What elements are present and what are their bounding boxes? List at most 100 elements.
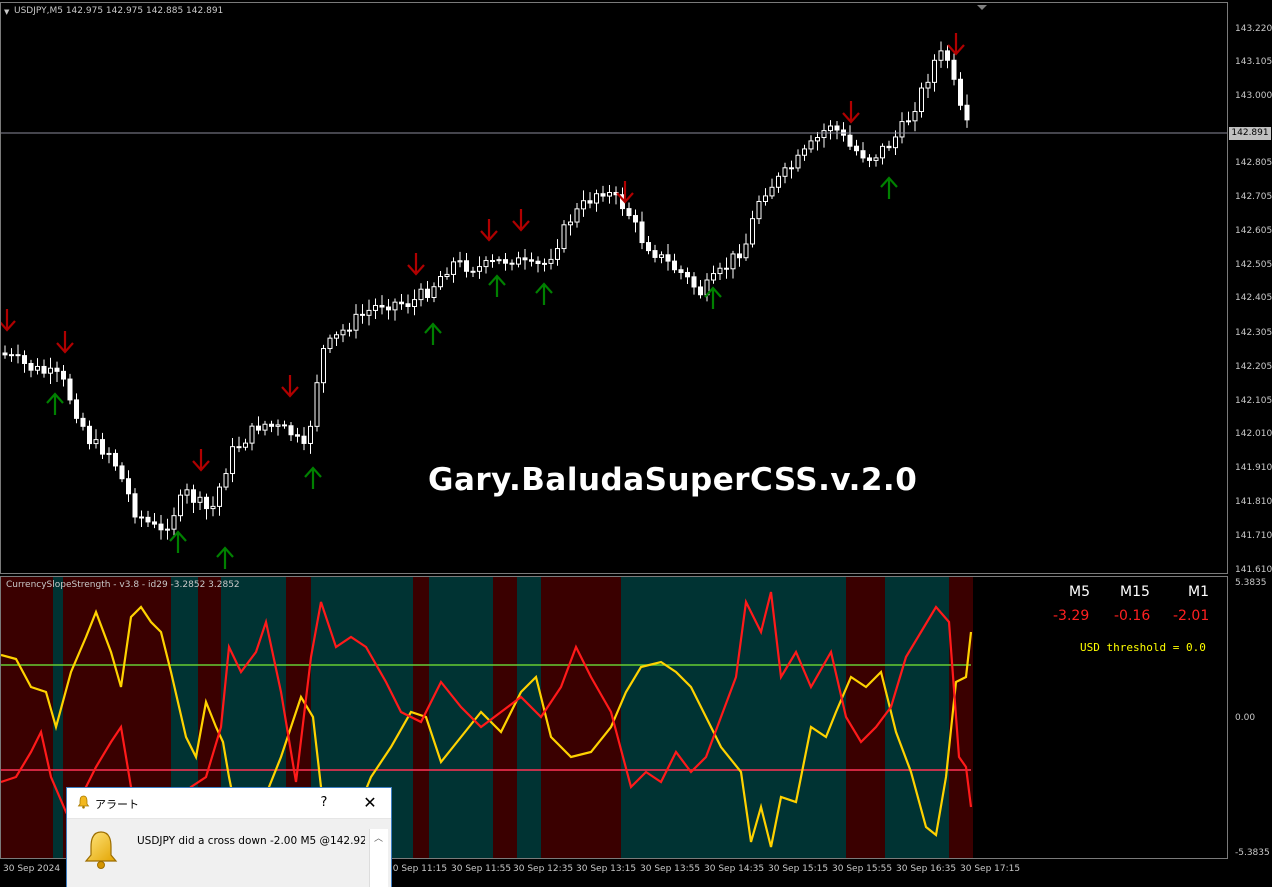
candle: [119, 462, 125, 483]
chart-menu-triangle-icon[interactable]: ▼: [4, 8, 9, 16]
candle: [464, 252, 469, 278]
tf-value-m15: -0.16: [1114, 608, 1151, 624]
candle: [945, 45, 950, 69]
candle: [87, 420, 92, 450]
tf-label-m15: M15: [1120, 584, 1150, 600]
indicator-caption: CurrencySlopeStrength - v3.8 - id29 -3.2…: [6, 580, 240, 590]
candle: [737, 244, 742, 267]
price-tick: 142.405: [1235, 293, 1272, 303]
candle: [652, 244, 658, 263]
candle: [269, 420, 274, 433]
candle: [126, 470, 131, 502]
price-tick: 143.000: [1235, 91, 1272, 101]
candle: [964, 94, 970, 128]
candle: [802, 144, 807, 161]
candle: [743, 233, 749, 261]
close-button[interactable]: ✕: [355, 790, 385, 816]
sell-arrow-icon: [56, 331, 74, 354]
candle: [360, 304, 365, 324]
candle: [886, 140, 892, 151]
candle: [594, 189, 599, 212]
time-tick: 30 Sep 15:55: [832, 864, 893, 874]
candle: [854, 139, 859, 156]
buy-arrow-icon: [216, 546, 234, 569]
candle: [951, 53, 957, 86]
candle: [171, 507, 177, 537]
bell-icon: [77, 795, 90, 809]
candle: [873, 154, 879, 167]
candle: [613, 186, 619, 205]
candle: [574, 203, 580, 228]
candle: [438, 270, 443, 290]
candle: [789, 160, 794, 179]
buy-arrow-icon: [169, 530, 187, 553]
candle: [314, 374, 320, 432]
candle: [340, 324, 346, 343]
candle: [451, 257, 456, 283]
candle: [178, 489, 183, 522]
candle: [288, 422, 294, 441]
indicator-tick: -5.3835: [1235, 848, 1270, 858]
chart-caption: USDJPY,M5 142.975 142.975 142.885 142.89…: [14, 6, 224, 16]
sell-arrow-icon: [512, 209, 530, 232]
bell-icon: [84, 831, 118, 869]
candle: [275, 419, 281, 436]
candle: [22, 350, 27, 373]
candle: [353, 304, 359, 339]
scroll-up-icon[interactable]: ︿: [374, 831, 383, 844]
alert-scrollbar[interactable]: ︿: [369, 829, 388, 887]
candle: [80, 412, 86, 431]
watermark-text: Gary.BaludaSuperCSS.v.2.0: [428, 462, 918, 498]
candle: [249, 422, 255, 451]
candle: [548, 248, 554, 270]
price-tick: 142.305: [1235, 328, 1272, 338]
tf-value-m5: -3.29: [1053, 608, 1090, 624]
candle: [54, 361, 60, 383]
candle: [184, 483, 190, 504]
alert-dialog[interactable]: アラート ? ✕ USDJPY did a cross down -2.00 M…: [66, 787, 392, 887]
candle: [685, 267, 690, 284]
candle: [106, 447, 112, 464]
candle: [256, 416, 261, 435]
signal-band: [621, 577, 709, 858]
time-tick: 30 Sep 12:35: [513, 864, 574, 874]
candle: [938, 41, 944, 68]
buy-arrow-icon: [535, 282, 553, 305]
candle: [535, 256, 541, 273]
candle: [672, 253, 677, 274]
candle: [782, 162, 788, 184]
alert-titlebar[interactable]: アラート ? ✕: [67, 788, 391, 819]
candle: [392, 298, 398, 321]
tf-label-m5: M5: [1069, 584, 1090, 600]
candle: [165, 518, 170, 540]
candle: [386, 298, 391, 320]
help-button[interactable]: ?: [313, 792, 335, 814]
indicator-tick: 0.00: [1235, 713, 1256, 723]
sell-arrow-icon: [616, 181, 634, 204]
time-tick: 30 Sep 16:35: [896, 864, 957, 874]
time-tick: 30 Sep 2024: [3, 864, 61, 874]
price-tick: 141.710: [1235, 531, 1272, 541]
signal-band: [517, 577, 541, 858]
candle: [28, 359, 34, 378]
candle: [282, 420, 287, 429]
shift-marker-icon: [977, 5, 987, 10]
candle: [932, 54, 937, 92]
candle: [646, 236, 651, 255]
candle: [841, 122, 846, 142]
candle: [496, 256, 502, 265]
candle: [893, 130, 898, 156]
price-tick: 142.010: [1235, 429, 1272, 439]
buy-arrow-icon: [304, 466, 322, 489]
signal-band: [846, 577, 885, 858]
price-tick: 143.105: [1235, 57, 1272, 67]
candle: [295, 427, 300, 443]
price-tick: 141.910: [1235, 463, 1272, 473]
alert-title: アラート: [95, 798, 139, 811]
buy-arrow-icon: [424, 322, 442, 345]
candle: [691, 272, 697, 295]
tf-label-m1: M1: [1188, 584, 1209, 600]
candle: [2, 345, 8, 359]
buy-arrow-icon: [46, 392, 64, 415]
candle: [35, 358, 40, 375]
